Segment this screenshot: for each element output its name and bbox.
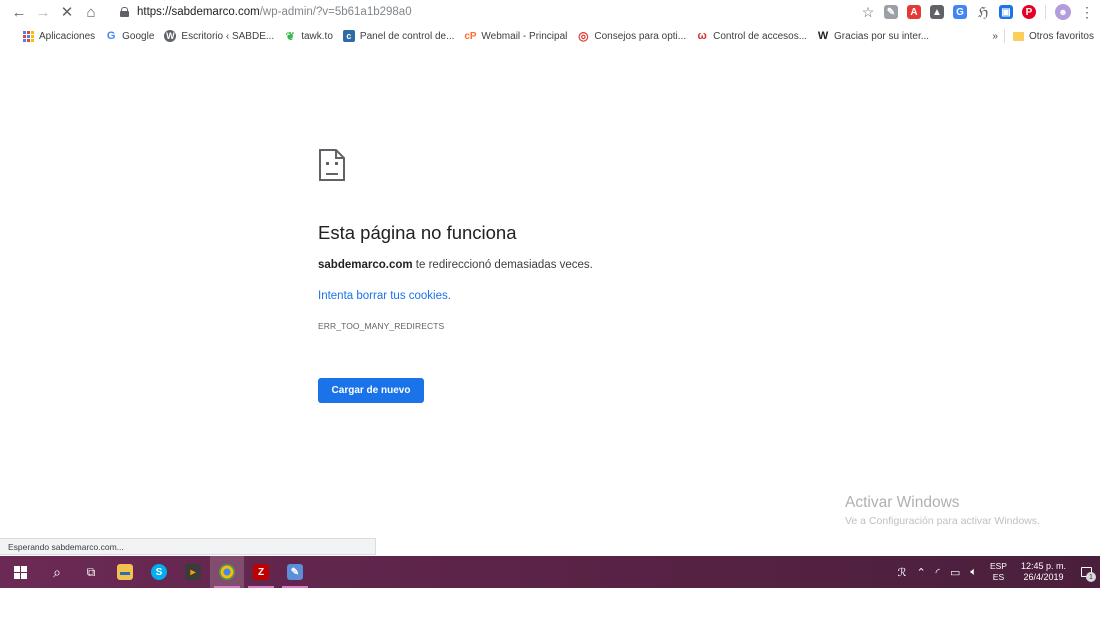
error-message-text: te redireccionó demasiadas veces. <box>412 259 593 271</box>
bookmark-panel[interactable]: c Panel de control de... <box>342 30 455 42</box>
notepad-icon[interactable]: ✎ <box>278 556 312 588</box>
target-icon: ◎ <box>578 29 589 43</box>
pinterest-extension-icon[interactable]: P <box>1022 5 1036 19</box>
notification-badge: 1 <box>1086 572 1096 582</box>
chrome-icon[interactable] <box>210 556 244 588</box>
volume-icon[interactable]: 🔈︎ <box>970 566 977 579</box>
translate-extension-icon[interactable]: G <box>953 5 967 19</box>
bookmark-tawk[interactable]: ❦ tawk.to <box>284 30 333 43</box>
bookmark-escritorio[interactable]: W Escritorio ‹ SABDE... <box>164 30 274 42</box>
error-title: Esta página no funciona <box>318 222 517 243</box>
pdf-extension-icon[interactable]: A <box>907 5 921 19</box>
notification-center-icon[interactable]: 1 <box>1076 562 1096 582</box>
bookmark-label: Webmail - Principal <box>481 30 568 42</box>
screen: ← → ✕ ⌂ https://sabdemarco.com/wp-admin/… <box>0 0 1100 618</box>
other-favorites[interactable]: Otros favoritos <box>1029 31 1094 42</box>
webmail-icon: cP <box>464 30 477 42</box>
bookmark-label: Google <box>122 30 155 42</box>
stop-icon[interactable]: ✕ <box>56 1 78 23</box>
home-icon[interactable]: ⌂ <box>80 1 102 23</box>
people-icon[interactable]: ℛ <box>898 566 907 579</box>
more-bookmarks-chevron[interactable]: » <box>992 31 998 42</box>
bookmark-apps[interactable]: Aplicaciones <box>22 30 95 42</box>
lock-icon <box>120 7 129 17</box>
filezilla-icon[interactable]: Z <box>244 556 278 588</box>
apps-icon <box>22 30 34 42</box>
bookmark-consejos[interactable]: ◎ Consejos para opti... <box>577 29 687 43</box>
error-domain: sabdemarco.com <box>318 259 413 271</box>
toolbar-separator <box>1045 5 1046 19</box>
taskbar: ⌕ ⧉ ▬ S ▸ Z ✎ ℛ ⌃ ◜ ▭ 🔈︎ ESP ES 12:45 p.… <box>0 556 1100 588</box>
language-indicator[interactable]: ESP ES <box>990 561 1007 583</box>
system-tray: ℛ ⌃ ◜ ▭ 🔈︎ ESP ES 12:45 p. m. 26/4/2019 … <box>893 556 1100 588</box>
cpanel-icon: c <box>342 30 355 42</box>
clock-date: 26/4/2019 <box>1023 572 1064 582</box>
start-button[interactable] <box>0 556 40 588</box>
profile-avatar[interactable]: ☻ <box>1055 4 1071 20</box>
clock[interactable]: 12:45 p. m. 26/4/2019 <box>1021 561 1066 583</box>
sad-document-icon <box>319 149 345 181</box>
sublime-icon[interactable]: ▸ <box>176 556 210 588</box>
lang-top: ESP <box>989 561 1007 571</box>
wordpress-icon: W <box>164 30 177 42</box>
bookmark-label: Aplicaciones <box>39 30 96 42</box>
battery-icon[interactable]: ▭ <box>950 566 960 579</box>
reload-button[interactable]: Cargar de nuevo <box>318 378 424 403</box>
folder-icon <box>1012 31 1024 41</box>
screenshot-extension-icon[interactable]: ▣ <box>999 5 1013 19</box>
bookmarks-separator <box>1003 29 1005 43</box>
skype-icon[interactable]: S <box>142 556 176 588</box>
windows-logo-icon <box>13 565 27 579</box>
extension-puzzle-icon[interactable]: ✎ <box>884 5 898 19</box>
browser-toolbar: ← → ✕ ⌂ https://sabdemarco.com/wp-admin/… <box>0 0 1100 24</box>
search-icon[interactable]: ⌕ <box>40 556 74 588</box>
menu-kebab-icon[interactable]: ⋮ <box>1080 4 1094 20</box>
lang-bottom: ES <box>992 572 1005 582</box>
bookmark-control[interactable]: ω Control de accesos... <box>696 30 807 42</box>
script-extension-icon[interactable]: ℌ <box>976 4 990 20</box>
toolbar-extensions: ☆ ✎ A ▲ G ℌ ▣ P ☻ ⋮ <box>861 2 1094 22</box>
activate-windows-title: Activar Windows <box>845 494 960 511</box>
bookmark-label: Panel de control de... <box>359 30 455 42</box>
bookmark-label: Escritorio ‹ SABDE... <box>181 30 275 42</box>
error-message: sabdemarco.com te redireccionó demasiada… <box>318 259 593 271</box>
bookmarks-bar: Aplicaciones G Google W Escritorio ‹ SAB… <box>0 26 1100 46</box>
bookmark-google[interactable]: G Google <box>105 30 155 42</box>
bookmark-webmail[interactable]: cP Webmail - Principal <box>464 30 567 42</box>
address-bar[interactable]: https://sabdemarco.com/wp-admin/?v=5b61a… <box>118 2 818 22</box>
error-code: ERR_TOO_MANY_REDIRECTS <box>318 321 445 331</box>
bookmark-label: tawk.to <box>301 30 333 42</box>
bookmark-label: Consejos para opti... <box>594 30 687 42</box>
url-path: /wp-admin/?v=5b61a1b298a0 <box>259 6 412 18</box>
file-explorer-icon[interactable]: ▬ <box>108 556 142 588</box>
wifi-icon[interactable]: ◜ <box>936 566 940 579</box>
back-icon[interactable]: ← <box>8 1 30 23</box>
drive-extension-icon[interactable]: ▲ <box>930 5 944 19</box>
bookmark-gracias[interactable]: W Gracias por su inter... <box>817 30 929 42</box>
bookmarks-right: » Otros favoritos <box>992 26 1094 46</box>
google-icon: G <box>106 30 116 42</box>
url-host: https://sabdemarco.com <box>137 6 260 18</box>
chevron-up-icon[interactable]: ⌃ <box>916 566 925 579</box>
bookmark-label: Control de accesos... <box>713 30 808 42</box>
clock-time: 12:45 p. m. <box>1020 561 1066 571</box>
clear-cookies-link[interactable]: Intenta borrar tus cookies. <box>318 290 451 302</box>
activate-windows-subtitle: Ve a Configuración para activar Windows. <box>845 515 1040 527</box>
tawk-icon: ❦ <box>285 30 295 43</box>
w-black-icon: W <box>817 30 829 42</box>
status-bubble: Esperando sabdemarco.com... <box>0 538 376 555</box>
bookmark-star-icon[interactable]: ☆ <box>861 4 875 20</box>
bookmark-label: Gracias por su inter... <box>834 30 930 42</box>
task-view-icon[interactable]: ⧉ <box>74 556 108 588</box>
w-red-icon: ω <box>697 30 707 42</box>
forward-icon[interactable]: → <box>32 1 54 23</box>
